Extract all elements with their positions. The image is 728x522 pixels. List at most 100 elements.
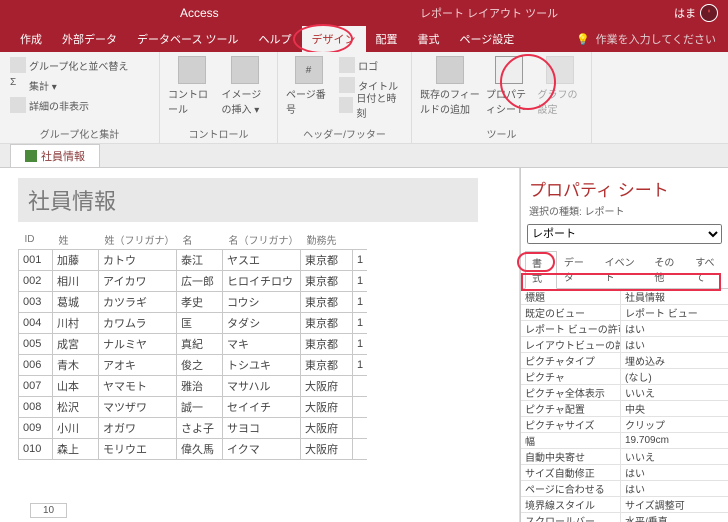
property-row[interactable]: スクロールバー水平/垂直 bbox=[521, 513, 728, 522]
cell[interactable]: 葛城 bbox=[53, 292, 99, 313]
property-row[interactable]: 自動中央寄せいいえ bbox=[521, 449, 728, 465]
cell[interactable]: 003 bbox=[19, 292, 53, 313]
cell[interactable]: 相川 bbox=[53, 271, 99, 292]
cell[interactable]: イクマ bbox=[223, 439, 301, 460]
cell[interactable]: 山本 bbox=[53, 376, 99, 397]
property-value[interactable]: はい bbox=[621, 465, 728, 480]
cell[interactable]: タダシ bbox=[223, 313, 301, 334]
property-value[interactable]: はい bbox=[621, 337, 728, 352]
property-value[interactable]: クリップ bbox=[621, 417, 728, 432]
user-area[interactable]: はま bbox=[674, 4, 718, 22]
insert-image-button[interactable]: イメージの挿入 ▾ bbox=[222, 56, 270, 116]
cell[interactable]: 青木 bbox=[53, 355, 99, 376]
property-row[interactable]: サイズ自動修正はい bbox=[521, 465, 728, 481]
cell[interactable]: オガワ bbox=[99, 418, 177, 439]
chart-settings-button[interactable]: グラフの設定 bbox=[538, 56, 583, 116]
property-value[interactable]: サイズ調整可 bbox=[621, 497, 728, 512]
property-tab-すべて[interactable]: すべて bbox=[688, 250, 728, 288]
cell[interactable] bbox=[353, 376, 368, 397]
column-header[interactable]: 名（フリガナ） bbox=[223, 230, 301, 250]
document-tab[interactable]: 社員情報 bbox=[10, 144, 100, 167]
cell[interactable]: マサハル bbox=[223, 376, 301, 397]
ribbon-tab-外部データ[interactable]: 外部データ bbox=[52, 26, 127, 52]
cell[interactable]: マキ bbox=[223, 334, 301, 355]
hide-details-button[interactable]: 詳細の非表示 bbox=[8, 96, 151, 114]
cell[interactable]: 俊之 bbox=[177, 355, 223, 376]
column-header[interactable]: 姓 bbox=[53, 230, 99, 250]
tell-me[interactable]: 💡 作業を入力してください bbox=[576, 31, 716, 47]
cell[interactable]: 1 bbox=[353, 250, 368, 271]
cell[interactable]: 1 bbox=[353, 271, 368, 292]
cell[interactable]: 1 bbox=[353, 355, 368, 376]
cell[interactable]: 007 bbox=[19, 376, 53, 397]
ribbon-tab-作成[interactable]: 作成 bbox=[10, 26, 52, 52]
cell[interactable]: 匡 bbox=[177, 313, 223, 334]
table-row[interactable]: 009小川オガワさよ子サヨコ大阪府 bbox=[19, 418, 368, 439]
property-row[interactable]: ピクチャ配置中央 bbox=[521, 401, 728, 417]
cell[interactable]: 008 bbox=[19, 397, 53, 418]
cell[interactable]: 大阪府 bbox=[301, 418, 353, 439]
cell[interactable]: 東京都 bbox=[301, 355, 353, 376]
property-value[interactable]: 19.709cm bbox=[621, 435, 728, 446]
cell[interactable]: さよ子 bbox=[177, 418, 223, 439]
property-value[interactable]: レポート ビュー bbox=[621, 305, 728, 320]
table-row[interactable]: 008松沢マツザワ誠一セイイチ大阪府 bbox=[19, 397, 368, 418]
property-row[interactable]: レイアウトビューの許可はい bbox=[521, 337, 728, 353]
property-tab-その他[interactable]: その他 bbox=[647, 250, 688, 288]
property-row[interactable]: 標題社員情報 bbox=[521, 289, 728, 305]
table-row[interactable]: 007山本ヤマモト雅治マサハル大阪府 bbox=[19, 376, 368, 397]
cell[interactable]: 東京都 bbox=[301, 271, 353, 292]
table-row[interactable]: 004川村カワムラ匡タダシ東京都1 bbox=[19, 313, 368, 334]
property-value[interactable]: はい bbox=[621, 321, 728, 336]
report-design-surface[interactable]: 社員情報 ID姓姓（フリガナ）名名（フリガナ）勤務先 001加藤カトウ泰江ヤスエ… bbox=[0, 168, 520, 522]
ribbon-tab-配置[interactable]: 配置 bbox=[366, 26, 408, 52]
column-header[interactable]: ID bbox=[19, 230, 53, 250]
property-tab-書式[interactable]: 書式 bbox=[525, 251, 557, 289]
cell[interactable]: 大阪府 bbox=[301, 376, 353, 397]
cell[interactable]: コウシ bbox=[223, 292, 301, 313]
cell[interactable]: 1 bbox=[353, 292, 368, 313]
cell[interactable]: モリウエ bbox=[99, 439, 177, 460]
column-header[interactable]: 姓（フリガナ） bbox=[99, 230, 177, 250]
controls-gallery[interactable]: コントロール bbox=[168, 56, 216, 116]
property-value[interactable]: (なし) bbox=[621, 369, 728, 384]
cell[interactable] bbox=[353, 439, 368, 460]
cell[interactable]: セイイチ bbox=[223, 397, 301, 418]
table-row[interactable]: 006青木アオキ俊之トシユキ東京都1 bbox=[19, 355, 368, 376]
cell[interactable]: 1 bbox=[353, 334, 368, 355]
property-value[interactable]: 埋め込み bbox=[621, 353, 728, 368]
cell[interactable]: ヤスエ bbox=[223, 250, 301, 271]
date-time-button[interactable]: 日付と時刻 bbox=[337, 96, 403, 114]
cell[interactable]: 小川 bbox=[53, 418, 99, 439]
ribbon-tab-デザイン[interactable]: デザイン bbox=[302, 26, 366, 52]
cell[interactable]: 大阪府 bbox=[301, 439, 353, 460]
column-header[interactable]: 勤務先 bbox=[301, 230, 353, 250]
cell[interactable]: 004 bbox=[19, 313, 53, 334]
cell[interactable]: アイカワ bbox=[99, 271, 177, 292]
cell[interactable]: アオキ bbox=[99, 355, 177, 376]
cell[interactable]: ヒロイチロウ bbox=[223, 271, 301, 292]
table-row[interactable]: 005成宮ナルミヤ真紀マキ東京都1 bbox=[19, 334, 368, 355]
column-header[interactable]: 名 bbox=[177, 230, 223, 250]
avatar-icon[interactable] bbox=[700, 4, 718, 22]
table-row[interactable]: 010森上モリウエ偉久馬イクマ大阪府 bbox=[19, 439, 368, 460]
logo-button[interactable]: ロゴ bbox=[337, 56, 403, 74]
cell[interactable]: サヨコ bbox=[223, 418, 301, 439]
cell[interactable]: 010 bbox=[19, 439, 53, 460]
cell[interactable]: マツザワ bbox=[99, 397, 177, 418]
cell[interactable]: 偉久馬 bbox=[177, 439, 223, 460]
property-value[interactable]: 中央 bbox=[621, 401, 728, 416]
cell[interactable]: 005 bbox=[19, 334, 53, 355]
add-existing-fields-button[interactable]: 既存のフィールドの追加 bbox=[420, 56, 480, 116]
object-selector[interactable]: レポート bbox=[527, 224, 722, 244]
cell[interactable]: 成宮 bbox=[53, 334, 99, 355]
cell[interactable]: 加藤 bbox=[53, 250, 99, 271]
property-row[interactable]: レポート ビューの許可はい bbox=[521, 321, 728, 337]
property-tab-イベント[interactable]: イベント bbox=[598, 250, 648, 288]
property-value[interactable]: 水平/垂直 bbox=[621, 513, 728, 522]
cell[interactable]: 泰江 bbox=[177, 250, 223, 271]
property-row[interactable]: ピクチャ(なし) bbox=[521, 369, 728, 385]
property-row[interactable]: ピクチャタイプ埋め込み bbox=[521, 353, 728, 369]
cell[interactable]: 孝史 bbox=[177, 292, 223, 313]
cell[interactable]: 1 bbox=[353, 313, 368, 334]
